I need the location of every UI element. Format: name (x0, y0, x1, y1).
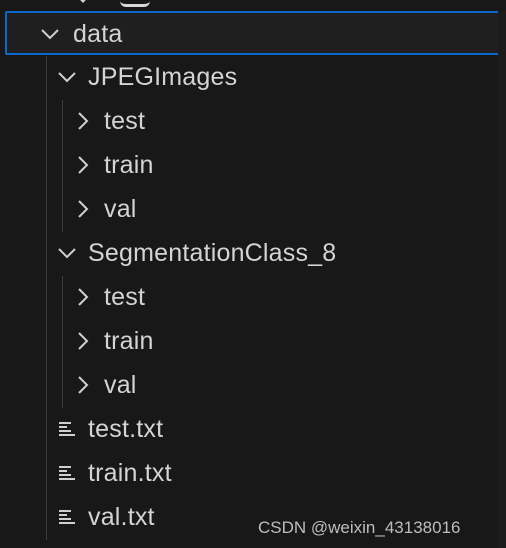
text-file-icon (58, 508, 76, 526)
tree-item-segmentationclass-train[interactable]: train (0, 319, 506, 363)
tree-item-segmentationclass-test[interactable]: test (0, 275, 506, 319)
tree-item-train-txt[interactable]: train.txt (0, 451, 506, 495)
chevron-right-icon (72, 286, 94, 308)
tree-item-jpegimages[interactable]: JPEGImages (0, 55, 506, 99)
tree-item-test-txt[interactable]: test.txt (0, 407, 506, 451)
chevron-down-icon (39, 23, 61, 45)
chevron-right-icon (72, 374, 94, 396)
chevron-down-icon (56, 242, 78, 264)
text-file-icon (58, 420, 76, 438)
tree-item-label: train (104, 327, 154, 355)
tree-item-label: test (104, 107, 146, 135)
partially-visible-row (0, 0, 506, 8)
tree-item-label: test (104, 283, 146, 311)
file-explorer: data JPEGImages test train val Segmentat… (0, 0, 506, 548)
chevron-right-icon (72, 330, 94, 352)
tree-item-label: test.txt (88, 415, 164, 443)
tree-item-label: val (104, 195, 137, 223)
tree-item-data[interactable]: data (5, 11, 505, 55)
tree-item-label: val (104, 371, 137, 399)
tree-item-jpegimages-test[interactable]: test (0, 99, 506, 143)
tree-item-jpegimages-train[interactable]: train (0, 143, 506, 187)
tree-item-label: JPEGImages (88, 63, 238, 91)
tree-item-label: SegmentationClass_8 (88, 239, 337, 267)
tree-item-segmentationclass[interactable]: SegmentationClass_8 (0, 231, 506, 275)
watermark: CSDN @weixin_43138016 (258, 518, 461, 537)
scrollbar-track[interactable] (498, 10, 506, 548)
tree-item-label: val.txt (88, 503, 155, 531)
chevron-right-icon (72, 154, 94, 176)
tree-item-label: train (104, 151, 154, 179)
clipped-label-fragment (120, 0, 150, 7)
chevron-right-icon (72, 110, 94, 132)
tree-item-label: train.txt (88, 459, 172, 487)
chevron-down-icon (73, 0, 93, 3)
tree-item-jpegimages-val[interactable]: val (0, 187, 506, 231)
tree-item-segmentationclass-val[interactable]: val (0, 363, 506, 407)
text-file-icon (58, 464, 76, 482)
tree-item-label: data (73, 20, 123, 48)
chevron-right-icon (72, 198, 94, 220)
chevron-down-icon (56, 66, 78, 88)
